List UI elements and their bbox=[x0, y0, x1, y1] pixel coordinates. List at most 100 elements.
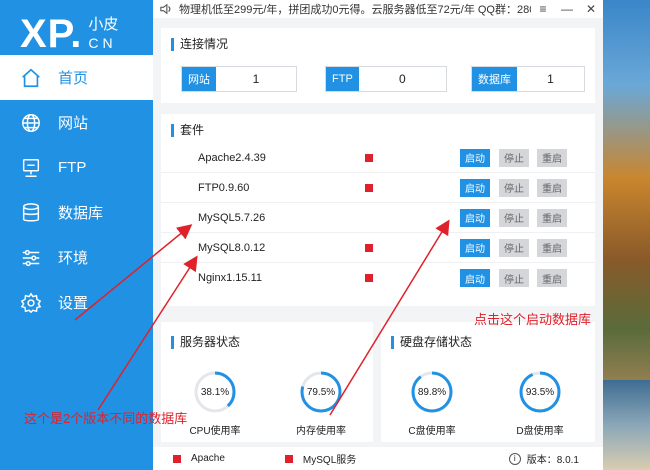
suite-row-mysql80: MySQL8.0.12 启动 停止 重启 bbox=[161, 233, 595, 263]
connection-label: 网站 bbox=[182, 67, 216, 91]
suite-name: Apache2.4.39 bbox=[198, 151, 266, 164]
cpu-usage-value: 38.1% bbox=[200, 387, 230, 398]
logo: XP. 小皮 CN bbox=[20, 6, 118, 56]
desktop-background bbox=[603, 0, 650, 470]
annotation-click-start: 点击这个启动数据库 bbox=[474, 312, 592, 327]
logo-sub: 小皮 bbox=[88, 16, 119, 33]
connection-value: 1 bbox=[547, 72, 554, 86]
stop-button[interactable]: 停止 bbox=[499, 178, 529, 197]
cpu-usage-label: CPU使用率 bbox=[189, 426, 241, 437]
start-button[interactable]: 启动 bbox=[460, 208, 490, 227]
suite-row-mysql57: MySQL5.7.26 启动 停止 重启 bbox=[161, 203, 595, 233]
suite-name: FTP0.9.60 bbox=[198, 181, 250, 194]
apache-status-indicator bbox=[173, 454, 181, 463]
status-bar: Apache MySQL服务 i 版本：8.0.1 bbox=[153, 447, 603, 470]
connection-ftp: FTP 0 bbox=[325, 66, 447, 92]
desktop-shore bbox=[603, 380, 650, 470]
suite-row-nginx: Nginx1.15.11 启动 停止 重启 bbox=[161, 263, 595, 293]
stop-button[interactable]: 停止 bbox=[499, 148, 529, 167]
suite-card: 套件 Apache2.4.39 启动 停止 重启 FTP0.9.60 启动 停止… bbox=[161, 114, 595, 306]
connection-title: 连接情况 bbox=[171, 38, 228, 51]
d-drive-usage-value: 93.5% bbox=[525, 387, 555, 398]
sidebar-item-settings[interactable]: 设置 bbox=[0, 280, 153, 325]
sidebar-item-ftp[interactable]: FTP bbox=[0, 145, 153, 190]
d-drive-usage-label: D盘使用率 bbox=[516, 426, 564, 437]
sidebar-nav: 首页 网站 FTP 数据库 环境 设置 bbox=[0, 55, 153, 325]
server-status-title: 服务器状态 bbox=[171, 336, 240, 349]
restart-button[interactable]: 重启 bbox=[537, 238, 567, 257]
suite-name: MySQL8.0.12 bbox=[198, 241, 266, 254]
start-button[interactable]: 启动 bbox=[460, 148, 490, 167]
d-drive-gauge: 93.5% D盘使用率 bbox=[516, 370, 564, 437]
main-panel: 物理机低至299元/年，拼团成功0元得。云服务器低至72元/年 QQ群：2805… bbox=[153, 0, 603, 470]
suite-name: MySQL5.7.26 bbox=[198, 211, 266, 224]
minimize-icon: — bbox=[561, 2, 573, 16]
status-indicator bbox=[365, 153, 373, 162]
cpu-gauge: 38.1% CPU使用率 bbox=[189, 370, 241, 437]
restart-button[interactable]: 重启 bbox=[537, 208, 567, 227]
sidebar-item-database[interactable]: 数据库 bbox=[0, 190, 153, 235]
suite-title: 套件 bbox=[171, 124, 204, 137]
sidebar-item-label: FTP bbox=[58, 159, 87, 176]
start-button[interactable]: 启动 bbox=[460, 269, 490, 287]
sidebar-item-label: 网站 bbox=[58, 115, 89, 132]
sidebar-item-environment[interactable]: 环境 bbox=[0, 235, 153, 280]
gear-icon bbox=[20, 292, 42, 314]
connection-database: 数据库 1 bbox=[471, 66, 585, 92]
suite-name: Nginx1.15.11 bbox=[198, 272, 263, 284]
globe-icon bbox=[20, 112, 42, 134]
connection-card: 连接情况 网站 1 FTP 0 数据库 1 bbox=[161, 28, 595, 103]
suite-row-apache: Apache2.4.39 启动 停止 重启 bbox=[161, 143, 595, 173]
home-icon bbox=[20, 67, 42, 89]
logo-main: XP. bbox=[20, 12, 83, 56]
restart-button[interactable]: 重启 bbox=[537, 178, 567, 197]
sidebar-item-label: 环境 bbox=[58, 250, 89, 267]
memory-gauge: 79.5% 内存使用率 bbox=[296, 370, 346, 437]
sidebar-item-label: 设置 bbox=[58, 295, 89, 312]
c-drive-usage-value: 89.8% bbox=[417, 387, 447, 398]
sidebar-item-home[interactable]: 首页 bbox=[0, 55, 153, 100]
c-drive-usage-label: C盘使用率 bbox=[408, 426, 456, 437]
server-icon bbox=[20, 157, 42, 179]
logo-cn: CN bbox=[88, 35, 117, 51]
stop-button[interactable]: 停止 bbox=[499, 208, 529, 227]
connection-website: 网站 1 bbox=[181, 66, 297, 92]
memory-usage-value: 79.5% bbox=[306, 387, 336, 398]
sidebar: XP. 小皮 CN 首页 网站 FTP 数据库 环境 设置 bbox=[0, 0, 153, 470]
stop-button[interactable]: 停止 bbox=[499, 269, 529, 287]
status-indicator bbox=[365, 183, 373, 192]
menu-button[interactable]: ≡ bbox=[531, 0, 555, 18]
close-button[interactable]: ✕ bbox=[579, 0, 603, 18]
disk-status-card: 硬盘存储状态 89.8% C盘使用率 93.5% D盘使用率 bbox=[381, 322, 595, 442]
sliders-icon bbox=[20, 247, 42, 269]
version-label: 版本：8.0.1 bbox=[526, 455, 579, 466]
memory-usage-label: 内存使用率 bbox=[296, 426, 346, 437]
minimize-button[interactable]: — bbox=[555, 0, 579, 18]
stop-button[interactable]: 停止 bbox=[499, 238, 529, 257]
suite-row-ftp: FTP0.9.60 启动 停止 重启 bbox=[161, 173, 595, 203]
restart-button[interactable]: 重启 bbox=[537, 148, 567, 167]
connection-label: FTP bbox=[326, 67, 359, 91]
mysql-status-indicator bbox=[284, 454, 293, 463]
server-status-card: 服务器状态 38.1% CPU使用率 79.5% 内存使用率 bbox=[161, 322, 373, 442]
restart-button[interactable]: 重启 bbox=[537, 269, 567, 287]
c-drive-gauge: 89.8% C盘使用率 bbox=[408, 370, 456, 437]
window-controls: ≡ — ✕ bbox=[531, 0, 603, 18]
info-icon: i bbox=[508, 452, 521, 465]
sidebar-item-website[interactable]: 网站 bbox=[0, 100, 153, 145]
annotation-two-databases: 这个是2个版本不同的数据库 bbox=[24, 411, 188, 426]
sidebar-item-label: 首页 bbox=[58, 70, 89, 87]
sidebar-item-label: 数据库 bbox=[58, 205, 104, 222]
close-icon: ✕ bbox=[585, 2, 597, 16]
connection-value: 1 bbox=[252, 72, 260, 86]
database-icon bbox=[20, 202, 42, 224]
disk-status-title: 硬盘存储状态 bbox=[391, 336, 472, 349]
start-button[interactable]: 启动 bbox=[460, 178, 490, 197]
start-button[interactable]: 启动 bbox=[460, 238, 490, 257]
status-indicator bbox=[365, 243, 373, 252]
apache-service-label: Apache bbox=[191, 453, 225, 464]
connection-label: 数据库 bbox=[472, 67, 517, 91]
status-indicator bbox=[365, 274, 373, 282]
connection-value: 0 bbox=[399, 72, 406, 86]
speaker-icon bbox=[160, 3, 171, 15]
